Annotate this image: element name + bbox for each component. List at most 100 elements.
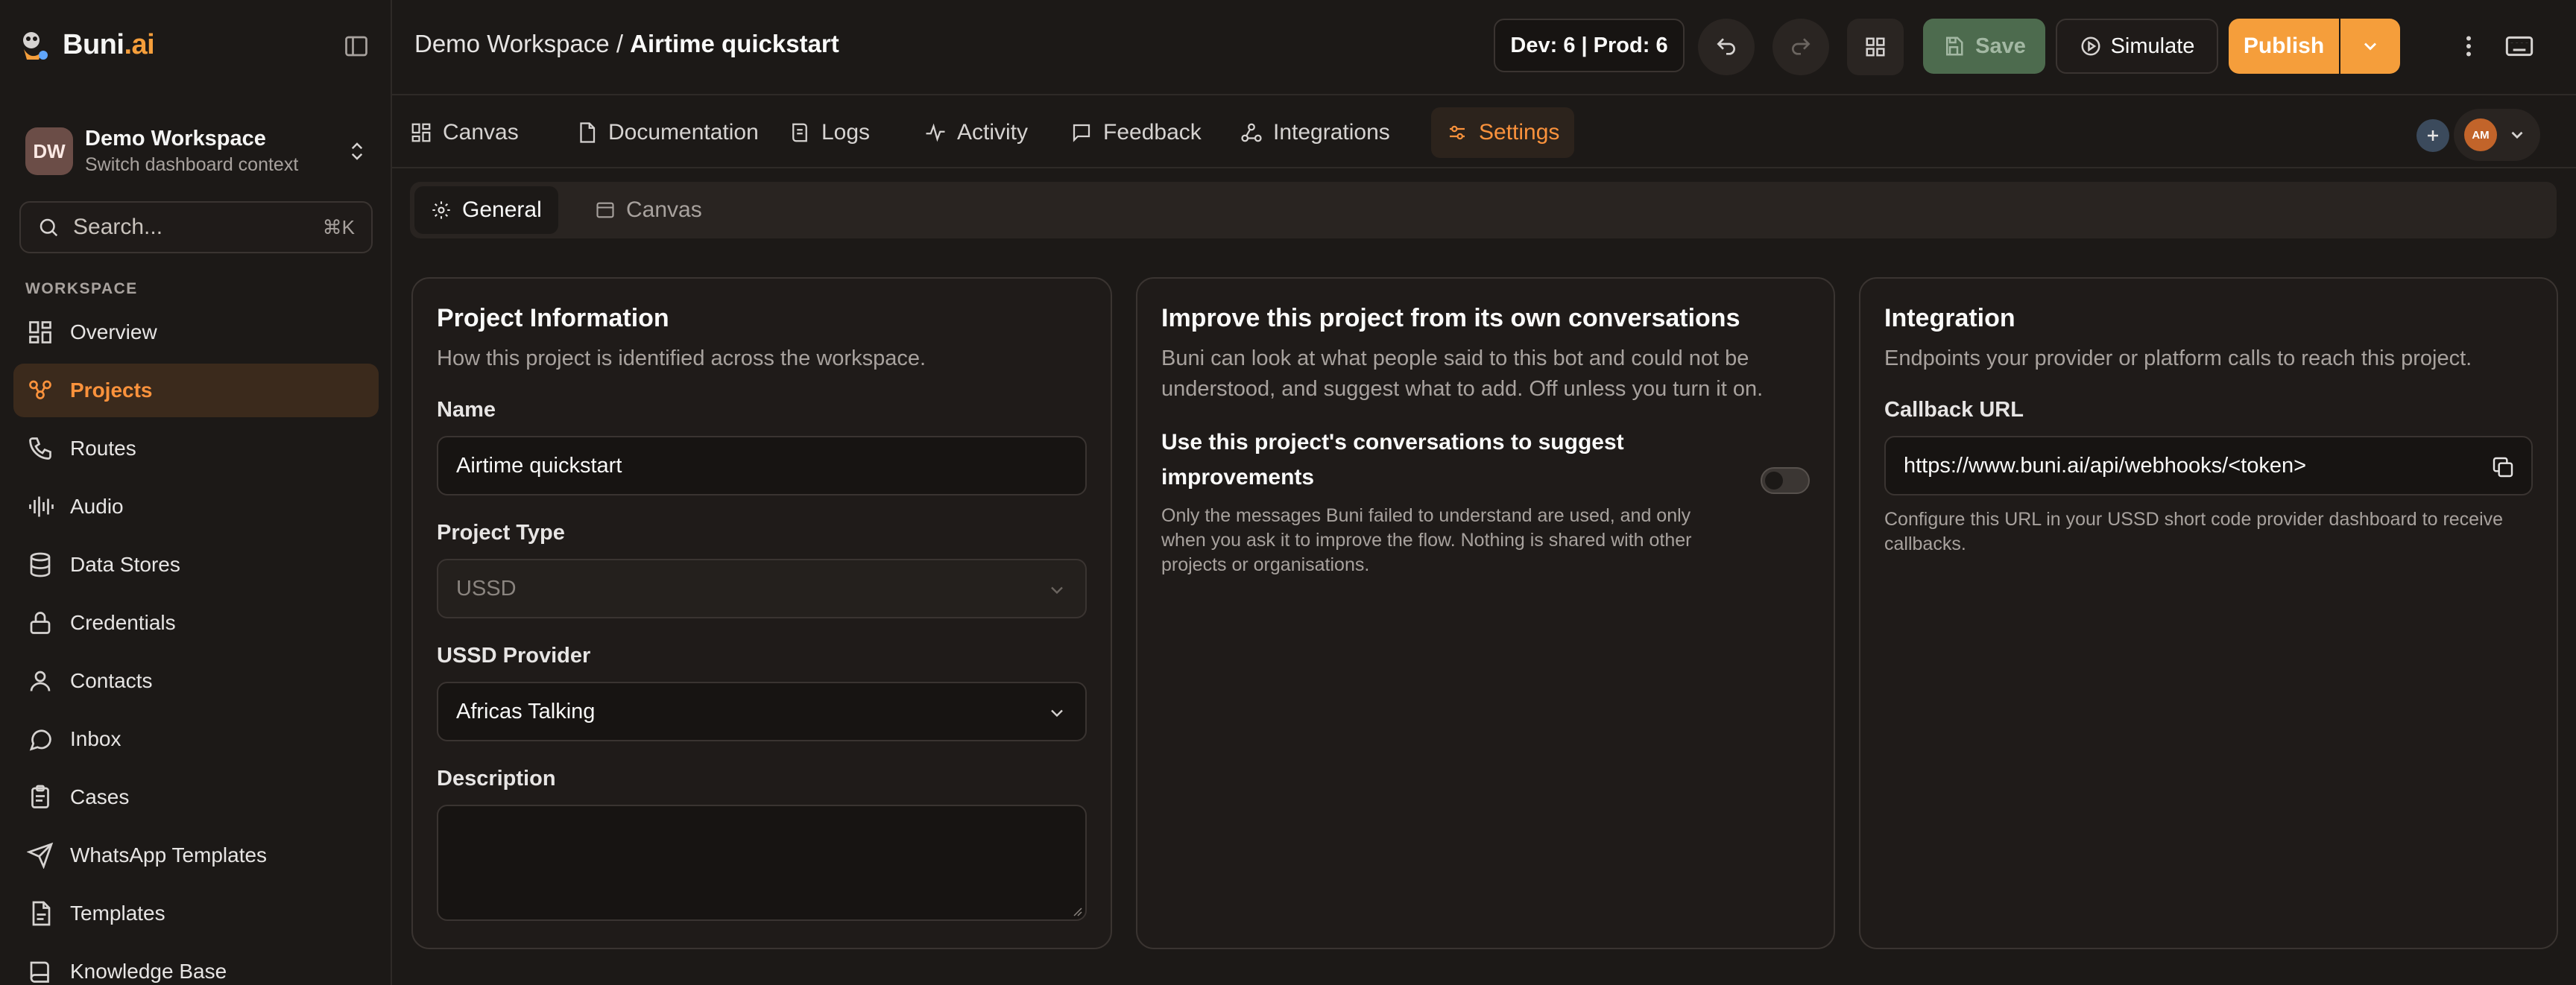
save-button[interactable]: Save <box>1923 19 2045 74</box>
database-icon <box>30 552 51 577</box>
tab-logs[interactable]: Logs <box>774 107 885 158</box>
audio-wave-icon <box>29 496 54 517</box>
sidebar-item-label: Data Stores <box>70 553 180 576</box>
document-icon <box>32 901 51 926</box>
redo-button[interactable] <box>1772 19 1829 75</box>
project-information-card: Project Information How this project is … <box>411 277 1112 949</box>
tab-feedback[interactable]: Feedback <box>1055 107 1216 158</box>
tab-integrations[interactable]: Integrations <box>1225 107 1405 158</box>
app-root: Buni.ai DW Demo Workspace Switch dashboa… <box>0 0 2576 985</box>
workspace-avatar: DW <box>25 127 73 175</box>
redo-icon <box>1792 38 1811 55</box>
callback-url-field[interactable]: https://www.buni.ai/api/webhooks/<token> <box>1884 436 2533 496</box>
save-icon <box>1946 37 1963 56</box>
send-icon <box>27 842 54 869</box>
description-label: Description <box>437 767 556 791</box>
project-type-select: USSD <box>437 559 1087 619</box>
toggle-knob <box>1765 472 1783 490</box>
card-description: How this project is identified across th… <box>437 346 926 370</box>
improve-project-card: Improve this project from its own conver… <box>1136 277 1835 949</box>
sidebar-item-label: Knowledge Base <box>70 960 227 983</box>
grid-icon <box>1866 37 1885 57</box>
book-icon <box>30 961 49 983</box>
ussd-provider-label: USSD Provider <box>437 644 591 668</box>
webhook-icon <box>1241 123 1262 142</box>
card-description: Endpoints your provider or platform call… <box>1884 346 2472 370</box>
sidebar-item-label: Cases <box>70 785 130 808</box>
copy-icon[interactable] <box>2491 455 2515 479</box>
keyboard-icon[interactable] <box>2504 31 2534 61</box>
user-menu[interactable]: AM <box>2454 109 2540 161</box>
sidebar-item-knowledge-base[interactable]: Knowledge Base <box>13 945 379 985</box>
tab-canvas[interactable]: Canvas <box>395 107 534 158</box>
layout-grid-button[interactable] <box>1847 19 1904 75</box>
sidebar-item-inbox[interactable]: Inbox <box>13 712 379 766</box>
tab-label: Integrations <box>1273 120 1390 145</box>
sidebar-item-data-stores[interactable]: Data Stores <box>13 538 379 592</box>
project-name-value: Airtime quickstart <box>456 453 622 478</box>
breadcrumb-separator: / <box>609 30 631 57</box>
sidebar: Buni.ai DW Demo Workspace Switch dashboa… <box>0 0 392 985</box>
breadcrumb-project: Airtime quickstart <box>630 30 839 57</box>
sidebar-item-projects[interactable]: Projects <box>13 364 379 417</box>
ussd-provider-select[interactable]: Africas Talking <box>437 682 1087 742</box>
simulate-button[interactable]: Simulate <box>2056 19 2218 74</box>
sidebar-nav: Overview Projects Routes Audio Data Stor… <box>13 305 379 985</box>
people-icon <box>29 380 51 399</box>
chevron-down-icon <box>2511 131 2523 139</box>
simulate-label: Simulate <box>2110 34 2195 58</box>
sidebar-item-overview[interactable]: Overview <box>13 305 379 359</box>
sidebar-item-contacts[interactable]: Contacts <box>13 654 379 708</box>
suggest-improvements-toggle[interactable] <box>1761 467 1810 495</box>
project-type-label: Project Type <box>437 521 565 545</box>
workspace-switcher[interactable]: DW Demo Workspace Switch dashboard conte… <box>25 127 368 176</box>
tab-label: Feedback <box>1103 120 1202 145</box>
description-textarea[interactable] <box>437 805 1087 922</box>
search-icon <box>40 218 58 237</box>
publish-dropdown-button[interactable] <box>2340 19 2400 74</box>
sidebar-item-whatsapp-templates[interactable]: WhatsApp Templates <box>13 829 379 882</box>
publish-button[interactable]: Publish <box>2229 19 2339 74</box>
subtab-general[interactable]: General <box>414 186 558 234</box>
undo-button[interactable] <box>1698 19 1755 75</box>
avatar: AM <box>2464 118 2497 151</box>
grid-icon <box>411 123 431 142</box>
tab-label: Documentation <box>608 120 759 145</box>
tab-activity[interactable]: Activity <box>909 107 1043 158</box>
tab-label: Activity <box>957 120 1029 145</box>
tab-settings[interactable]: Settings <box>1431 107 1575 158</box>
project-name-input[interactable]: Airtime quickstart <box>437 436 1087 496</box>
sidebar-section-label: WORKSPACE <box>25 280 138 297</box>
subtab-canvas[interactable]: Canvas <box>578 186 719 234</box>
sidebar-item-label: Templates <box>70 902 165 925</box>
suggest-improvements-setting: Use this project's conversations to sugg… <box>1161 425 1810 577</box>
environment-badge[interactable]: Dev: 6 | Prod: 6 <box>1494 19 1685 72</box>
logo[interactable]: Buni.ai <box>16 27 155 63</box>
sidebar-item-cases[interactable]: Cases <box>13 770 379 824</box>
sidebar-item-audio[interactable]: Audio <box>13 480 379 533</box>
callback-url-label: Callback URL <box>1884 398 2024 422</box>
sidebar-item-label: Audio <box>70 495 124 518</box>
tab-label: Settings <box>1479 120 1560 145</box>
resize-grip-icon[interactable] <box>1070 905 1082 916</box>
ussd-provider-value: Africas Talking <box>456 699 596 723</box>
sidebar-item-routes[interactable]: Routes <box>13 422 379 475</box>
sidebar-toggle-icon[interactable] <box>343 33 370 60</box>
more-options-icon[interactable] <box>2455 33 2482 60</box>
brand-name: Buni.ai <box>63 28 155 60</box>
search-placeholder: Search... <box>73 215 163 239</box>
search-input[interactable]: Search... ⌘K <box>19 201 373 253</box>
chat-bubble-icon <box>29 729 51 751</box>
breadcrumb-workspace[interactable]: Demo Workspace <box>414 30 610 57</box>
workspace-subtitle: Switch dashboard context <box>85 154 299 175</box>
chevron-down-icon <box>2364 42 2377 51</box>
main-area: Demo Workspace / Airtime quickstart Dev:… <box>392 0 2576 985</box>
grid-icon <box>29 321 51 343</box>
settings-subtabs: General Canvas <box>410 182 2557 238</box>
sidebar-item-label: Credentials <box>70 611 176 634</box>
sidebar-item-credentials[interactable]: Credentials <box>13 596 379 650</box>
tab-documentation[interactable]: Documentation <box>561 107 774 158</box>
add-collaborator-button[interactable] <box>2416 119 2449 152</box>
sidebar-item-templates[interactable]: Templates <box>13 887 379 940</box>
tab-label: Logs <box>821 120 871 145</box>
